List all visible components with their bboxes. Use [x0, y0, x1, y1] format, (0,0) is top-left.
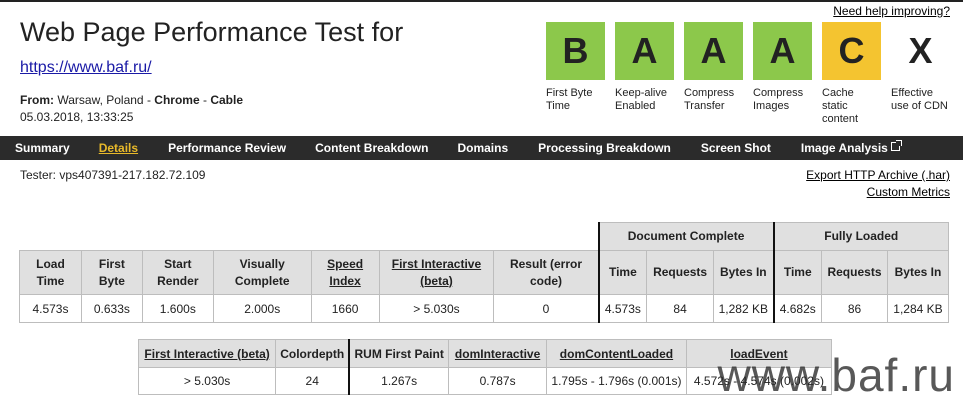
- cell-dc-bytes: 1,282 KB: [713, 294, 775, 323]
- col-first-interactive[interactable]: First Interactive (beta): [378, 250, 495, 295]
- tab-screen-shot[interactable]: Screen Shot: [701, 141, 771, 155]
- grade-box: C: [822, 22, 881, 80]
- page-title: Web Page Performance Test for: [20, 17, 404, 47]
- browser-text: Chrome: [154, 93, 200, 107]
- grade-box: X: [891, 22, 950, 80]
- col-fl-time: Time: [773, 250, 822, 295]
- grade-label: Keep-alive Enabled: [615, 87, 667, 112]
- col-dom-interactive[interactable]: domInteractive: [448, 339, 548, 368]
- cell-dom-interactive: 0.787s: [448, 367, 548, 395]
- grade-compress-images[interactable]: A Compress Images: [753, 22, 812, 126]
- cell-dom-content-loaded: 1.795s - 1.796s (0.001s): [546, 367, 687, 395]
- col-dc-time: Time: [597, 250, 648, 295]
- results-table: Document Complete Fully Loaded Load Time…: [19, 222, 950, 323]
- cell-first-interactive: > 5.030s: [137, 367, 277, 395]
- extra-metrics-table: First Interactive (beta) Colordepth RUM …: [137, 339, 833, 395]
- cell-colordepth: 24: [275, 367, 350, 395]
- cell-dc-time: 4.573s: [597, 294, 648, 323]
- col-speed-index[interactable]: Speed Index: [310, 250, 380, 295]
- grade-compress-transfer[interactable]: A Compress Transfer: [684, 22, 743, 126]
- col-dc-requests: Requests: [646, 250, 715, 295]
- table-row: 4.573s 0.633s 1.600s 2.000s 1660 > 5.030…: [19, 294, 950, 323]
- grades-panel: B First Byte Time A Keep-alive Enabled A…: [546, 22, 950, 126]
- export-har-link[interactable]: Export HTTP Archive (.har): [806, 168, 950, 182]
- col-start-render: Start Render: [141, 250, 214, 295]
- tab-image-analysis[interactable]: Image Analysis: [800, 140, 902, 155]
- col-rum-first-paint: RUM First Paint: [348, 339, 450, 368]
- col-colordepth: Colordepth: [275, 339, 350, 368]
- tab-performance-review[interactable]: Performance Review: [168, 141, 286, 155]
- grade-label: First Byte Time: [546, 87, 593, 112]
- tab-details[interactable]: Details: [99, 141, 138, 155]
- test-date: 05.03.2018, 13:33:25: [20, 110, 134, 124]
- table-row: > 5.030s 24 1.267s 0.787s 1.795s - 1.796…: [137, 367, 833, 395]
- col-fl-requests: Requests: [821, 250, 888, 295]
- fully-loaded-header: Fully Loaded: [773, 222, 949, 251]
- separator: -: [202, 93, 207, 107]
- blank-header: [19, 222, 599, 251]
- grade-box: B: [546, 22, 605, 80]
- tested-url-link[interactable]: https://www.baf.ru/: [20, 59, 152, 77]
- external-link-icon: [890, 140, 902, 151]
- cell-first-interactive: > 5.030s: [378, 294, 495, 323]
- grade-box: A: [615, 22, 674, 80]
- cell-visually-complete: 2.000s: [212, 294, 312, 323]
- cell-result: 0: [493, 294, 600, 323]
- need-help-link[interactable]: Need help improving?: [833, 4, 950, 18]
- cell-load-event: 4.572s - 4.574s (0.002s): [685, 367, 833, 395]
- tab-processing-breakdown[interactable]: Processing Breakdown: [538, 141, 671, 155]
- grade-first-byte[interactable]: B First Byte Time: [546, 22, 605, 126]
- grade-cdn[interactable]: X Effective use of CDN: [891, 22, 950, 126]
- cell-rum-first-paint: 1.267s: [348, 367, 450, 395]
- document-complete-header: Document Complete: [597, 222, 775, 251]
- col-result: Result (error code): [493, 250, 600, 295]
- tab-content-breakdown[interactable]: Content Breakdown: [315, 141, 428, 155]
- custom-metrics-link[interactable]: Custom Metrics: [867, 185, 950, 199]
- tab-summary[interactable]: Summary: [15, 141, 70, 155]
- tester-info: Tester: vps407391-217.182.72.109: [20, 168, 206, 182]
- main-nav: Summary Details Performance Review Conte…: [0, 136, 963, 160]
- col-load-event[interactable]: loadEvent: [685, 339, 833, 368]
- grade-label: Effective use of CDN: [891, 87, 948, 112]
- grade-label: Cache static content: [822, 87, 859, 125]
- tab-image-analysis-label: Image Analysis: [800, 141, 888, 155]
- cell-start-render: 1.600s: [141, 294, 214, 323]
- col-dc-bytes: Bytes In: [713, 250, 775, 295]
- cell-load-time: 4.573s: [19, 294, 82, 323]
- grade-label: Compress Images: [753, 87, 804, 112]
- col-load-time: Load Time: [19, 250, 82, 295]
- cell-first-byte: 0.633s: [80, 294, 143, 323]
- cell-speed-index: 1660: [310, 294, 380, 323]
- col-first-byte: First Byte: [80, 250, 143, 295]
- grade-box: A: [684, 22, 743, 80]
- grade-label: Compress Transfer: [684, 87, 735, 112]
- cell-dc-requests: 84: [646, 294, 715, 323]
- cell-fl-time: 4.682s: [773, 294, 822, 323]
- connection-text: Cable: [210, 93, 244, 107]
- from-label: From:: [20, 93, 54, 107]
- grade-keep-alive[interactable]: A Keep-alive Enabled: [615, 22, 674, 126]
- grade-cache-static[interactable]: C Cache static content: [822, 22, 881, 126]
- col-first-interactive[interactable]: First Interactive (beta): [137, 339, 277, 368]
- tab-domains[interactable]: Domains: [457, 141, 508, 155]
- cell-fl-requests: 86: [821, 294, 888, 323]
- col-fl-bytes: Bytes In: [886, 250, 950, 295]
- col-dom-content-loaded[interactable]: domContentLoaded: [546, 339, 687, 368]
- cell-fl-bytes: 1,284 KB: [886, 294, 950, 323]
- location-text: Warsaw, Poland: [57, 93, 144, 107]
- separator: -: [146, 93, 151, 107]
- col-visually-complete: Visually Complete: [212, 250, 312, 295]
- grade-box: A: [753, 22, 812, 80]
- test-location: From: Warsaw, Poland - Chrome - Cable: [20, 93, 243, 107]
